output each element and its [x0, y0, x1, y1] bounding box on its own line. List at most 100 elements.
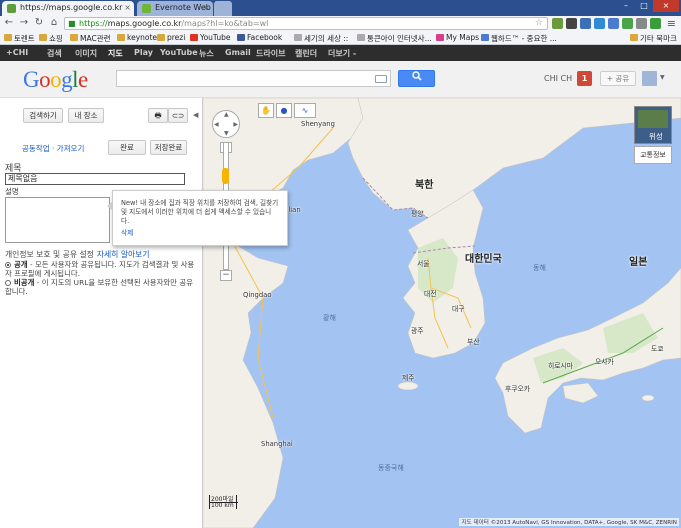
gbar-item-more[interactable]: 더보기 - [328, 48, 356, 59]
collaborate-link[interactable]: 공동작업 · 가져오기 [22, 143, 84, 154]
chrome-menu-icon[interactable]: ≡ [667, 17, 676, 30]
share-button[interactable]: + 공유 [600, 71, 636, 86]
satellite-label[interactable]: 위성 [649, 131, 663, 142]
public-option[interactable]: 공개 - 모든 사용자와 공유됩니다. 지도가 검색결과 및 사용자 프로필에 … [5, 260, 195, 278]
gbar-item-news[interactable]: 뉴스 [199, 48, 214, 59]
public-radio[interactable] [5, 262, 11, 268]
map-label-city[interactable]: Shanghai [261, 440, 293, 448]
ext-icon[interactable] [594, 18, 605, 29]
my-places-button[interactable]: 내 장소 [68, 108, 104, 123]
map-label-city[interactable]: 후쿠오카 [505, 383, 530, 393]
gbar-item-play[interactable]: Play [134, 48, 153, 57]
pan-right-icon[interactable]: ▶ [233, 121, 238, 128]
zoom-out-button[interactable]: − [220, 270, 232, 281]
map-label-city[interactable]: 부산 [467, 336, 480, 346]
search-tab-button[interactable]: 검색하기 [23, 108, 63, 123]
bookmark-folder[interactable]: 토렌트 [4, 33, 35, 44]
bookmark-star-icon[interactable]: ☆ [535, 18, 543, 28]
title-field[interactable]: 제목없음 [5, 173, 185, 185]
done-button[interactable]: 완료 [108, 140, 146, 155]
bookmark-folder[interactable]: keynote [117, 33, 157, 42]
maximize-icon[interactable]: □ [635, 0, 653, 12]
ext-icon[interactable] [650, 18, 661, 29]
map-label-country[interactable]: 일본 [629, 253, 647, 268]
tooltip-delete-link[interactable]: 삭제 [121, 229, 279, 238]
map-label-country[interactable]: 북한 [415, 176, 433, 191]
print-button[interactable]: 🖶 [148, 108, 168, 123]
unlisted-option[interactable]: 비공개 - 이 지도의 URL을 보유한 선택된 사용자와만 공유합니다. [5, 278, 195, 296]
bookmark-youtube[interactable]: YouTube [190, 33, 231, 42]
ext-icon[interactable] [636, 18, 647, 29]
hand-tool-icon[interactable]: ✋ [258, 103, 274, 118]
pegman-icon[interactable] [222, 168, 229, 184]
avatar[interactable] [642, 71, 657, 86]
map-label-city[interactable]: 서울 [417, 258, 430, 268]
pan-left-icon[interactable]: ◀ [214, 121, 219, 128]
save-button[interactable]: 저장완료 [150, 140, 187, 155]
keyboard-icon[interactable] [375, 75, 387, 83]
map-label-city[interactable]: 대전 [424, 288, 437, 298]
home-icon[interactable]: ⌂ [48, 17, 60, 29]
gbar-item-plus[interactable]: +CHI [6, 48, 28, 57]
bookmark-item[interactable]: 통큰아이 인터넷사... [357, 33, 432, 44]
forward-icon[interactable]: → [18, 17, 30, 29]
back-icon[interactable]: ← [3, 17, 15, 29]
google-logo[interactable]: Google [23, 67, 88, 93]
bookmark-mymaps[interactable]: My Maps [436, 33, 479, 42]
tab-maps[interactable]: https://maps.google.co.kr × [2, 1, 134, 16]
gbar-item-youtube[interactable]: YouTube [160, 48, 198, 57]
bookmark-folder[interactable]: MAC관련 [70, 33, 111, 44]
map-label-city[interactable]: 광주 [411, 325, 424, 335]
map-canvas[interactable]: Shenyang Dalian Qingdao Shanghai 북한 평양 대… [203, 98, 681, 528]
other-bookmarks[interactable]: 기타 북마크 [630, 33, 677, 44]
learn-more-link[interactable]: 자세히 알아보기 [97, 250, 150, 259]
window-close-icon[interactable]: × [653, 0, 679, 12]
gbar-item-maps[interactable]: 지도 [108, 48, 123, 59]
map-label-city[interactable]: Qingdao [243, 291, 272, 299]
gbar-item-search[interactable]: 검색 [47, 48, 62, 59]
line-tool-icon[interactable]: ∿ [294, 103, 316, 118]
bookmark-item[interactable]: 세기의 세상 :: [294, 33, 348, 44]
tab-close-icon[interactable]: × [203, 3, 210, 12]
map-label-city[interactable]: 오사카 [595, 356, 614, 366]
pan-up-icon[interactable]: ▲ [224, 111, 229, 118]
bookmark-folder[interactable]: prezi [157, 33, 185, 42]
chevron-down-icon[interactable]: ▼ [660, 74, 665, 81]
address-bar[interactable]: ■ https://maps.google.co.kr/maps?hl=ko&t… [64, 17, 548, 30]
description-field[interactable] [5, 197, 110, 243]
collapse-panel-icon[interactable]: ◀ [193, 111, 198, 119]
ext-icon[interactable] [580, 18, 591, 29]
map-label-city[interactable]: 도쿄 [651, 343, 664, 353]
map-label-city[interactable]: 제주 [402, 372, 415, 382]
search-input[interactable] [116, 70, 391, 87]
tab-close-icon[interactable]: × [124, 3, 131, 12]
bookmark-folder[interactable]: 쇼핑 [39, 33, 63, 44]
minimize-icon[interactable]: – [617, 0, 635, 12]
search-button[interactable] [398, 70, 435, 87]
map-label-city[interactable]: 히로시마 [548, 360, 573, 370]
gbar-item-calendar[interactable]: 캘린더 [295, 48, 317, 59]
evernote-ext-icon[interactable] [552, 18, 563, 29]
new-tab-button[interactable] [214, 1, 232, 16]
tab-evernote[interactable]: Evernote Web × [137, 1, 213, 16]
placemark-tool-icon[interactable]: ● [276, 103, 292, 118]
gbar-item-images[interactable]: 이미지 [75, 48, 97, 59]
map-label-city[interactable]: Shenyang [301, 120, 335, 128]
gbar-item-gmail[interactable]: Gmail [225, 48, 251, 57]
ext-icon[interactable] [566, 18, 577, 29]
reload-icon[interactable]: ↻ [33, 17, 45, 29]
notification-badge[interactable]: 1 [577, 71, 592, 86]
map-label-city[interactable]: 대구 [452, 303, 465, 313]
map-label-city[interactable]: 평양 [411, 208, 424, 218]
bookmark-facebook[interactable]: Facebook [237, 33, 282, 42]
ext-icon[interactable] [608, 18, 619, 29]
pan-down-icon[interactable]: ▼ [224, 130, 229, 137]
drive-ext-icon[interactable] [622, 18, 633, 29]
traffic-button[interactable]: 교통정보 [634, 146, 672, 164]
gbar-item-drive[interactable]: 드라이브 [256, 48, 285, 59]
user-name[interactable]: CHI CH [544, 74, 572, 83]
map-label-country[interactable]: 대한민국 [465, 250, 502, 265]
bookmark-item[interactable]: 웹하드™ - 중요한 ... [481, 33, 557, 44]
pan-control[interactable]: ▲ ◀ ▶ ▼ [212, 110, 240, 138]
unlisted-radio[interactable] [5, 280, 11, 286]
